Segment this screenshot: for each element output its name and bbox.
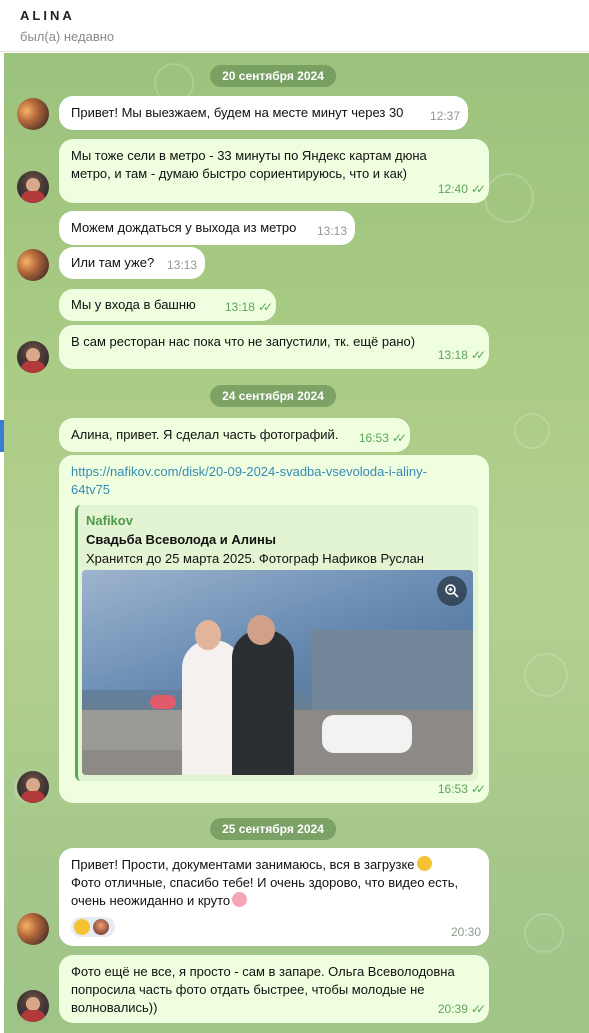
message-text: Алина, привет. Я сделал часть фотографий… [71, 427, 339, 442]
message-meta: 12:40 ✓✓ [437, 180, 486, 198]
message-meta: 13:18 ✓✓ [224, 298, 273, 316]
message-meta: 16:53 ✓✓ [358, 429, 407, 447]
double-check-icon: ✓✓ [470, 348, 486, 362]
wallpaper-doodle [524, 653, 568, 697]
message-text-line1: Привет! Прости, документами занимаюсь, в… [71, 856, 477, 874]
message-time: 13:13 [316, 224, 347, 238]
link-preview-card[interactable]: Nafikov Свадьба Всеволода и Алины Хранит… [75, 505, 478, 781]
wallpaper-doodle [484, 173, 534, 223]
message-meta: 13:18 ✓✓ [437, 346, 486, 364]
message-time: 12:40 [437, 182, 468, 196]
contact-avatar[interactable] [17, 249, 49, 281]
zoom-in-icon[interactable] [437, 576, 467, 606]
message-bubble-outgoing[interactable]: Фото ещё не все, я просто - сам в запаре… [59, 955, 489, 1023]
own-avatar[interactable] [17, 990, 49, 1022]
message-text: Привет! Прости, документами занимаюсь, в… [71, 857, 415, 872]
message-meta: 16:53 ✓✓ [437, 780, 486, 798]
message-text-line2: Фото отличные, спасибо тебе! И очень здо… [71, 874, 477, 910]
link-preview-site: Nafikov [86, 513, 133, 528]
chat-title[interactable]: ALINA [20, 8, 75, 23]
own-avatar[interactable] [17, 171, 49, 203]
sweat-smile-emoji [416, 856, 432, 871]
heart-face-emoji [232, 892, 248, 907]
message-time: 16:53 [358, 431, 389, 445]
message-time: 16:53 [437, 782, 468, 796]
message-bubble-outgoing-link[interactable]: https://nafikov.com/disk/20-09-2024-svad… [59, 455, 489, 803]
contact-avatar[interactable] [17, 98, 49, 130]
own-avatar[interactable] [17, 341, 49, 373]
message-bubble-outgoing[interactable]: Мы тоже сели в метро - 33 минуты по Янде… [59, 139, 489, 203]
message-text: Можем дождаться у выхода из метро [71, 220, 297, 235]
contact-avatar[interactable] [17, 913, 49, 945]
wallpaper-doodle [524, 913, 564, 953]
double-check-icon: ✓✓ [257, 300, 273, 314]
double-check-icon: ✓✓ [470, 782, 486, 796]
message-link[interactable]: https://nafikov.com/disk/20-09-2024-svad… [71, 463, 431, 499]
date-separator: 25 сентября 2024 [210, 818, 336, 840]
message-bubble-incoming[interactable]: Привет! Мы выезжаем, будем на месте мину… [59, 96, 468, 130]
message-bubble-outgoing[interactable]: Алина, привет. Я сделал часть фотографий… [59, 418, 410, 452]
message-reactions[interactable] [71, 917, 115, 937]
message-text: Фото ещё не все, я просто - сам в запаре… [71, 964, 455, 1015]
message-time: 13:18 [437, 348, 468, 362]
double-check-icon: ✓✓ [391, 431, 407, 445]
message-bubble-incoming[interactable]: Можем дождаться у выхода из метро 13:13 [59, 211, 355, 245]
double-check-icon: ✓✓ [470, 1002, 486, 1016]
double-check-icon: ✓✓ [470, 182, 486, 196]
date-separator: 24 сентября 2024 [210, 385, 336, 407]
message-time: 20:39 [437, 1002, 468, 1016]
message-text: Мы тоже сели в метро - 33 минуты по Янде… [71, 148, 427, 181]
own-avatar[interactable] [17, 771, 49, 803]
chat-area[interactable]: 20 сентября 2024 Привет! Мы выезжаем, бу… [4, 53, 589, 1033]
message-text: Фото отличные, спасибо тебе! И очень здо… [71, 875, 459, 908]
message-bubble-outgoing[interactable]: Мы у входа в башню 13:18 ✓✓ [59, 289, 276, 321]
wallpaper-doodle [514, 413, 550, 449]
date-separator: 20 сентября 2024 [210, 65, 336, 87]
message-text: В сам ресторан нас пока что не запустили… [71, 334, 416, 349]
message-time: 13:13 [166, 258, 197, 272]
chat-header: ALINA был(а) недавно [0, 0, 589, 52]
message-time: 12:37 [429, 109, 460, 123]
chat-status: был(а) недавно [20, 29, 115, 44]
message-bubble-outgoing[interactable]: В сам ресторан нас пока что не запустили… [59, 325, 489, 369]
link-preview-title: Свадьба Всеволода и Алины [86, 532, 276, 547]
link-preview-description: Хранится до 25 марта 2025. Фотограф Нафи… [86, 551, 424, 566]
message-bubble-incoming[interactable]: Привет! Прости, документами занимаюсь, в… [59, 848, 489, 946]
message-time: 20:30 [450, 925, 481, 939]
reactor-avatar [93, 919, 109, 935]
message-time: 13:18 [224, 300, 255, 314]
message-meta: 20:39 ✓✓ [437, 1000, 486, 1018]
link-preview-image[interactable] [82, 570, 473, 775]
message-bubble-incoming[interactable]: Или там уже? 13:13 [59, 247, 205, 279]
message-text: Привет! Мы выезжаем, будем на месте мину… [71, 105, 404, 120]
smile-reaction-icon[interactable] [74, 919, 90, 935]
